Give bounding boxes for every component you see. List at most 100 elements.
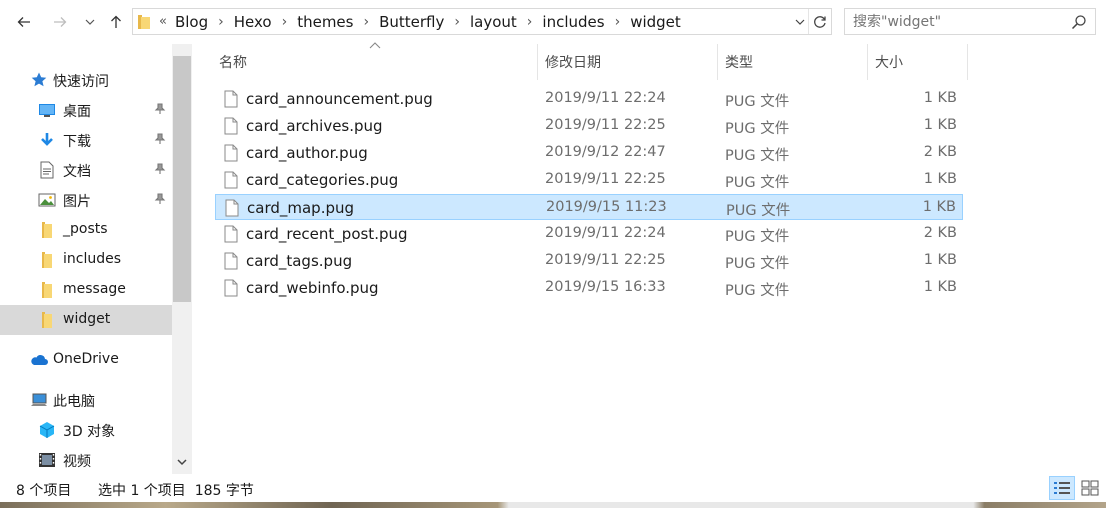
nav-item-videos[interactable]: 视频: [0, 445, 172, 475]
details-view-icon: [1054, 482, 1070, 494]
nav-this-pc[interactable]: 此电脑: [0, 385, 172, 415]
back-button[interactable]: [12, 8, 36, 36]
file-type: PUG 文件: [725, 283, 790, 299]
file-icon: [224, 225, 238, 243]
status-bar: 8 个项目 选中 1 个项目 185 字节: [0, 474, 1106, 502]
video-icon: [39, 453, 55, 467]
address-bar[interactable]: « Blog › Hexo › themes › Butterfly › lay…: [132, 8, 832, 35]
selection-info: 选中 1 个项目 185 字节: [98, 483, 254, 499]
file-icon: [224, 144, 238, 162]
pin-icon[interactable]: [154, 103, 166, 115]
file-date: 2019/9/11 22:24: [545, 90, 666, 106]
column-divider[interactable]: [717, 44, 718, 80]
file-name[interactable]: card_announcement.pug: [246, 90, 433, 108]
column-name[interactable]: 名称: [219, 44, 247, 80]
pin-icon[interactable]: [154, 163, 166, 175]
column-divider[interactable]: [867, 44, 868, 80]
file-icon: [224, 279, 238, 297]
breadcrumb-item[interactable]: themes: [297, 13, 353, 31]
nav-label: 下载: [63, 134, 91, 150]
nav-item-posts[interactable]: _posts: [0, 215, 172, 245]
column-type[interactable]: 类型: [725, 44, 753, 80]
column-size[interactable]: 大小: [875, 44, 903, 80]
chevron-right-icon[interactable]: ›: [282, 14, 288, 30]
nav-quick-access[interactable]: 快速访问: [0, 65, 172, 95]
chevron-right-icon[interactable]: ›: [363, 14, 369, 30]
scrollbar-thumb[interactable]: [173, 56, 191, 302]
file-name[interactable]: card_recent_post.pug: [246, 225, 408, 243]
chevron-right-icon[interactable]: ›: [527, 14, 533, 30]
forward-button[interactable]: [48, 8, 72, 36]
search-input[interactable]: [845, 9, 1073, 34]
refresh-button[interactable]: [808, 9, 831, 34]
nav-onedrive[interactable]: OneDrive: [0, 345, 172, 375]
file-date: 2019/9/11 22:25: [545, 171, 666, 187]
file-row[interactable]: card_map.pug 2019/9/15 11:23 PUG 文件 1 KB: [215, 194, 963, 220]
chevron-right-icon[interactable]: ›: [454, 14, 460, 30]
file-type: PUG 文件: [725, 256, 790, 272]
file-row[interactable]: card_author.pug 2019/9/12 22:47 PUG 文件 2 KB: [215, 140, 963, 166]
file-date: 2019/9/15 11:23: [546, 199, 667, 215]
chevron-down-icon[interactable]: [176, 456, 188, 468]
nav-item-downloads[interactable]: 下载: [0, 125, 172, 155]
search-icon[interactable]: [1071, 14, 1087, 30]
file-row[interactable]: card_announcement.pug 2019/9/11 22:24 PUG …: [215, 86, 963, 112]
folder-icon: [42, 312, 52, 328]
column-header: 名称 修改日期 类型 大小: [193, 42, 993, 80]
nav-item-documents[interactable]: 文档: [0, 155, 172, 185]
breadcrumb-item[interactable]: Blog: [175, 13, 208, 31]
breadcrumb-item[interactable]: layout: [470, 13, 517, 31]
chevron-right-icon[interactable]: ›: [218, 14, 224, 30]
chevron-right-icon[interactable]: ›: [615, 14, 621, 30]
folder-icon: [42, 252, 52, 268]
pin-icon[interactable]: [154, 193, 166, 205]
address-toolbar: « Blog › Hexo › themes › Butterfly › lay…: [0, 0, 1106, 44]
star-icon: [31, 72, 47, 87]
nav-item-widget[interactable]: widget: [0, 305, 172, 335]
up-button[interactable]: [104, 8, 128, 36]
file-icon: [224, 252, 238, 270]
nav-item-3d-objects[interactable]: 3D 对象: [0, 415, 172, 445]
file-name[interactable]: card_archives.pug: [246, 117, 383, 135]
column-date[interactable]: 修改日期: [545, 44, 601, 80]
breadcrumb-overflow[interactable]: «: [159, 14, 167, 29]
nav-label: OneDrive: [53, 351, 119, 367]
breadcrumb-item[interactable]: includes: [542, 13, 604, 31]
file-size: 1 KB: [923, 90, 957, 106]
folder-icon: [42, 222, 52, 238]
file-row[interactable]: card_recent_post.pug 2019/9/11 22:24 PUG 文…: [215, 221, 963, 247]
large-icons-view-button[interactable]: [1077, 476, 1103, 500]
breadcrumb-item[interactable]: Hexo: [234, 13, 272, 31]
pin-icon[interactable]: [154, 133, 166, 145]
nav-item-message[interactable]: message: [0, 275, 172, 305]
column-divider[interactable]: [537, 44, 538, 80]
file-icon: [224, 171, 238, 189]
file-name[interactable]: card_webinfo.pug: [246, 279, 379, 297]
navigation-scrollbar[interactable]: [172, 44, 192, 474]
nav-item-pictures[interactable]: 图片: [0, 185, 172, 215]
file-name[interactable]: card_map.pug: [247, 199, 354, 217]
breadcrumb-item[interactable]: Butterfly: [379, 13, 444, 31]
nav-label: widget: [63, 311, 111, 327]
recent-locations-button[interactable]: [80, 8, 100, 36]
file-name[interactable]: card_tags.pug: [246, 252, 352, 270]
download-icon: [41, 133, 53, 146]
details-view-button[interactable]: [1049, 476, 1075, 500]
file-name[interactable]: card_categories.pug: [246, 171, 398, 189]
file-name[interactable]: card_author.pug: [246, 144, 368, 162]
nav-item-includes[interactable]: includes: [0, 245, 172, 275]
nav-label: _posts: [63, 221, 108, 237]
file-row[interactable]: card_categories.pug 2019/9/11 22:25 PUG 文件…: [215, 167, 963, 193]
file-size: 2 KB: [923, 144, 957, 160]
file-row[interactable]: card_tags.pug 2019/9/11 22:25 PUG 文件 1 KB: [215, 248, 963, 274]
column-divider[interactable]: [967, 44, 968, 80]
nav-item-desktop[interactable]: 桌面: [0, 95, 172, 125]
address-history-button[interactable]: [791, 9, 809, 34]
nav-label: 文档: [63, 164, 91, 180]
search-box[interactable]: [844, 8, 1096, 35]
file-row[interactable]: card_archives.pug 2019/9/11 22:25 PUG 文件 1 …: [215, 113, 963, 139]
file-type: PUG 文件: [725, 175, 790, 191]
breadcrumb-item[interactable]: widget: [630, 13, 681, 31]
file-row[interactable]: card_webinfo.pug 2019/9/15 16:33 PUG 文件 1 K…: [215, 275, 963, 301]
file-type: PUG 文件: [725, 148, 790, 164]
